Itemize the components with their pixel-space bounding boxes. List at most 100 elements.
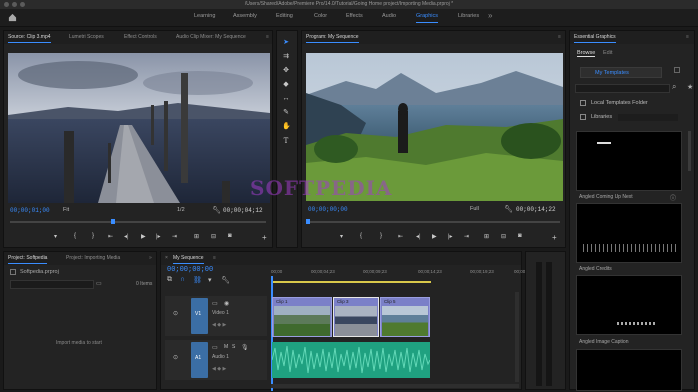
add-button-icon[interactable]: + xyxy=(262,233,267,242)
workspace-graphics[interactable]: Graphics xyxy=(416,13,439,23)
workspace-editing[interactable]: Editing xyxy=(276,13,293,19)
linked-selection-icon[interactable]: ⛓︎ xyxy=(193,276,202,284)
program-go-to-out-icon[interactable]: ⇥ xyxy=(464,233,469,240)
type-tool-icon[interactable]: T xyxy=(282,137,290,145)
audio-sync-lock-icon[interactable]: ▭ xyxy=(212,344,218,351)
tab-project-softpedia[interactable]: Project: Softpedia xyxy=(8,255,48,264)
libraries-checkbox[interactable] xyxy=(580,114,586,120)
audio-keyframe-nav-icon[interactable]: ◀ ◆ ▶ xyxy=(212,366,226,372)
work-area-bar[interactable] xyxy=(271,281,431,283)
new-bin-icon[interactable]: ▭ xyxy=(96,280,102,287)
mark-out-bracket-icon[interactable]: } xyxy=(92,233,94,239)
program-camera-icon[interactable]: ◙ xyxy=(518,233,522,239)
keyframe-nav-icon[interactable]: ◀ ◆ ▶ xyxy=(212,322,226,328)
hand-tool-icon[interactable]: ✋ xyxy=(282,123,291,131)
microphone-icon[interactable]: 🎙︎ xyxy=(241,344,249,351)
project-search-input[interactable] xyxy=(10,280,94,289)
home-icon[interactable] xyxy=(8,13,17,22)
search-icon[interactable]: ⌕ xyxy=(672,82,676,92)
tab-lumetri-scopes[interactable]: Lumetri Scopes xyxy=(69,34,104,40)
mark-in-icon[interactable]: ▾ xyxy=(54,233,57,240)
tab-edit[interactable]: Edit xyxy=(603,50,612,56)
v1-target-icon[interactable]: ⊙ xyxy=(173,310,178,317)
program-wrench-icon[interactable]: 🔧︎ xyxy=(504,205,513,213)
timeline-menu-icon[interactable]: ≡ xyxy=(213,255,216,261)
tab-browse[interactable]: Browse xyxy=(577,50,596,57)
program-mark-out-icon[interactable]: } xyxy=(380,233,382,239)
video-clip[interactable]: Clip 5 xyxy=(380,297,430,337)
workspace-color[interactable]: Color xyxy=(314,13,327,19)
program-timecode-in[interactable]: 00;00;00;00 xyxy=(308,206,348,213)
selection-tool-icon[interactable]: ➤ xyxy=(282,39,290,47)
overwrite-icon[interactable]: ⊟ xyxy=(211,233,216,240)
program-mark-in-icon[interactable]: { xyxy=(360,233,362,239)
program-fit-dropdown[interactable]: Full xyxy=(470,206,479,212)
timeline-vertical-scrollbar[interactable] xyxy=(515,292,519,382)
workspace-effects[interactable]: Effects xyxy=(346,13,363,19)
v1-source-patch[interactable]: V1 xyxy=(191,298,208,334)
tab-source[interactable]: Source: Clip 3.mp4 xyxy=(8,34,51,43)
eg-scrollbar[interactable] xyxy=(688,131,691,171)
template-thumb-coming-up-next[interactable] xyxy=(576,131,682,191)
import-media-hint[interactable]: Import media to start xyxy=(56,340,102,346)
razor-tool-icon[interactable]: ◆ xyxy=(282,81,290,89)
step-back-icon[interactable]: ◂| xyxy=(124,233,129,240)
source-playhead[interactable] xyxy=(111,219,115,224)
ripple-edit-tool-icon[interactable]: ✥ xyxy=(282,67,290,75)
template-info-icon[interactable]: ⓘ xyxy=(670,193,676,202)
tab-my-sequence[interactable]: My Sequence xyxy=(173,255,204,264)
video-clip-selected[interactable]: Clip 3 xyxy=(333,297,379,337)
workspace-audio[interactable]: Audio xyxy=(382,13,396,19)
timeline-settings-icon[interactable]: 🔧︎ xyxy=(221,276,230,284)
template-thumb-image-caption[interactable] xyxy=(576,275,682,335)
star-icon[interactable]: ★ xyxy=(687,83,693,91)
mark-in-bracket-icon[interactable]: { xyxy=(74,233,76,239)
project-menu-icon[interactable]: » xyxy=(149,255,152,261)
program-scrubber[interactable] xyxy=(308,221,560,223)
template-thumb-next[interactable] xyxy=(576,349,682,391)
workspace-assembly[interactable]: Assembly xyxy=(233,13,257,19)
eg-panel-menu-icon[interactable]: ≡ xyxy=(686,34,689,40)
solo-track-button[interactable]: S xyxy=(232,344,235,350)
toggle-checkbox[interactable] xyxy=(674,67,680,73)
video-clip[interactable]: Clip 1 xyxy=(272,297,332,337)
libraries-dropdown[interactable] xyxy=(618,114,678,121)
track-select-tool-icon[interactable]: ⇉ xyxy=(282,53,290,61)
lift-icon[interactable]: ⊞ xyxy=(484,233,489,240)
more-workspaces-button[interactable]: » xyxy=(488,11,492,20)
local-templates-checkbox[interactable] xyxy=(580,100,586,106)
program-playhead[interactable] xyxy=(306,219,310,224)
panel-menu-icon[interactable]: ≡ xyxy=(266,34,269,40)
pen-tool-icon[interactable]: ✎ xyxy=(282,109,290,117)
timeline-ruler[interactable]: 00;00 00;00;04;23 00;00;09;23 00;00;14;2… xyxy=(271,269,538,281)
source-timecode-in[interactable]: 00;00;01;00 xyxy=(10,207,50,214)
program-play-icon[interactable]: ▶ xyxy=(432,233,437,240)
a1-target-icon[interactable]: ⊙ xyxy=(173,354,178,361)
audio-clip[interactable] xyxy=(272,342,430,378)
timeline-horizontal-scrollbar[interactable] xyxy=(271,384,519,388)
camera-icon[interactable]: ◙ xyxy=(228,233,232,239)
template-search-input[interactable] xyxy=(575,84,670,93)
source-scrubber[interactable] xyxy=(10,221,266,223)
program-go-to-in-icon[interactable]: ⇤ xyxy=(398,233,403,240)
mute-track-button[interactable]: M xyxy=(224,344,228,350)
wrench-icon[interactable]: 🔧︎ xyxy=(212,206,221,214)
go-to-in-icon[interactable]: ⇤ xyxy=(108,233,113,240)
program-mark-icon[interactable]: ▾ xyxy=(340,233,343,240)
slip-tool-icon[interactable]: ↔ xyxy=(282,95,290,103)
toggle-output-icon[interactable]: ◉ xyxy=(224,300,229,307)
step-forward-icon[interactable]: |▸ xyxy=(156,233,161,240)
timeline-close-icon[interactable]: × xyxy=(165,255,168,261)
workspace-learning[interactable]: Learning xyxy=(194,13,215,19)
program-add-button-icon[interactable]: + xyxy=(552,233,557,242)
timeline-timecode[interactable]: 00;00;00;00 xyxy=(167,266,213,274)
tab-audio-clip-mixer[interactable]: Audio Clip Mixer: My Sequence xyxy=(176,34,246,40)
source-resolution-dropdown[interactable]: 1/2 xyxy=(177,207,185,213)
add-marker-icon[interactable]: ▾ xyxy=(208,276,212,284)
program-step-forward-icon[interactable]: |▸ xyxy=(448,233,453,240)
template-thumb-credits[interactable] xyxy=(576,203,682,263)
tab-project-importing-media[interactable]: Project: Importing Media xyxy=(66,255,120,261)
insert-icon[interactable]: ⊞ xyxy=(194,233,199,240)
workspace-libraries[interactable]: Libraries xyxy=(458,13,479,19)
source-fit-dropdown[interactable]: Fit xyxy=(63,207,69,213)
